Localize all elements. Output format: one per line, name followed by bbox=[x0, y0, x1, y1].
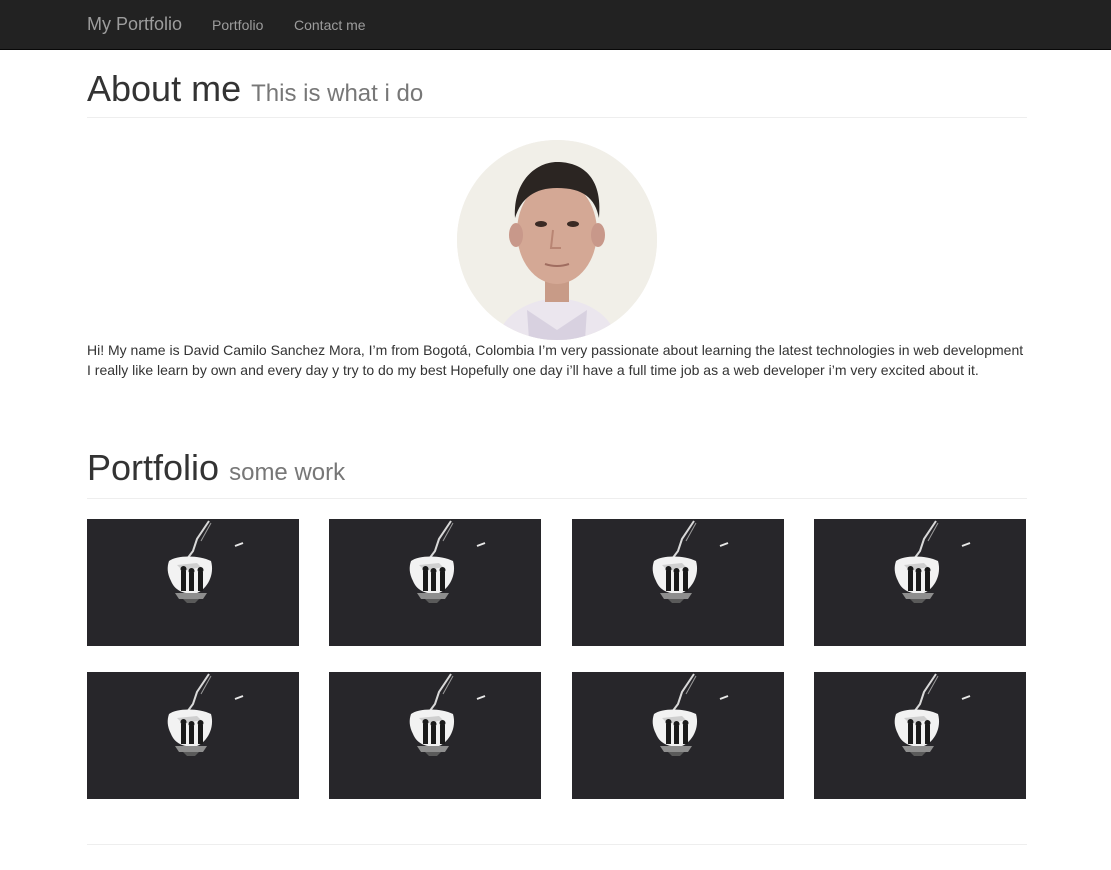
portfolio-thumbnail[interactable] bbox=[329, 672, 541, 799]
thumbnail-artwork bbox=[329, 519, 541, 646]
thumbnail-artwork bbox=[572, 672, 784, 799]
portfolio-subtitle: some work bbox=[229, 459, 346, 486]
portfolio-thumbnail[interactable] bbox=[572, 519, 784, 646]
about-bio: Hi! My name is David Camilo Sanchez Mora… bbox=[87, 342, 1024, 378]
profile-avatar bbox=[457, 140, 657, 340]
portfolio-thumbnail[interactable] bbox=[87, 519, 299, 646]
portfolio-title: Portfolio bbox=[87, 447, 220, 488]
nav-link-contact[interactable]: Contact me bbox=[294, 15, 366, 35]
footer-divider bbox=[87, 844, 1027, 845]
portfolio-header: Portfolio some work bbox=[87, 448, 1027, 499]
portfolio-thumbnail[interactable] bbox=[814, 672, 1026, 799]
portfolio-thumbnail[interactable] bbox=[814, 519, 1026, 646]
profile-photo bbox=[457, 140, 657, 340]
about-subtitle: This is what i do bbox=[251, 80, 424, 107]
top-navbar: My Portfolio Portfolio Contact me bbox=[0, 0, 1111, 50]
thumbnail-artwork bbox=[814, 519, 1026, 646]
navbar-brand[interactable]: My Portfolio bbox=[87, 14, 182, 34]
portfolio-heading: Portfolio some work bbox=[87, 448, 1027, 492]
portfolio-thumbnail[interactable] bbox=[87, 672, 299, 799]
about-title: About me bbox=[87, 68, 242, 109]
nav-link-portfolio[interactable]: Portfolio bbox=[212, 15, 263, 35]
thumbnail-artwork bbox=[87, 519, 299, 646]
thumbnail-artwork bbox=[329, 672, 541, 799]
thumbnail-artwork bbox=[87, 672, 299, 799]
thumbnail-artwork bbox=[572, 519, 784, 646]
about-heading: About me This is what i do bbox=[87, 69, 1027, 113]
about-header: About me This is what i do bbox=[87, 50, 1027, 118]
portfolio-thumbnail[interactable] bbox=[329, 519, 541, 646]
portfolio-thumbnail[interactable] bbox=[572, 672, 784, 799]
main-container: About me This is what i do Hi! My name i… bbox=[87, 50, 1027, 845]
thumbnail-artwork bbox=[814, 672, 1026, 799]
